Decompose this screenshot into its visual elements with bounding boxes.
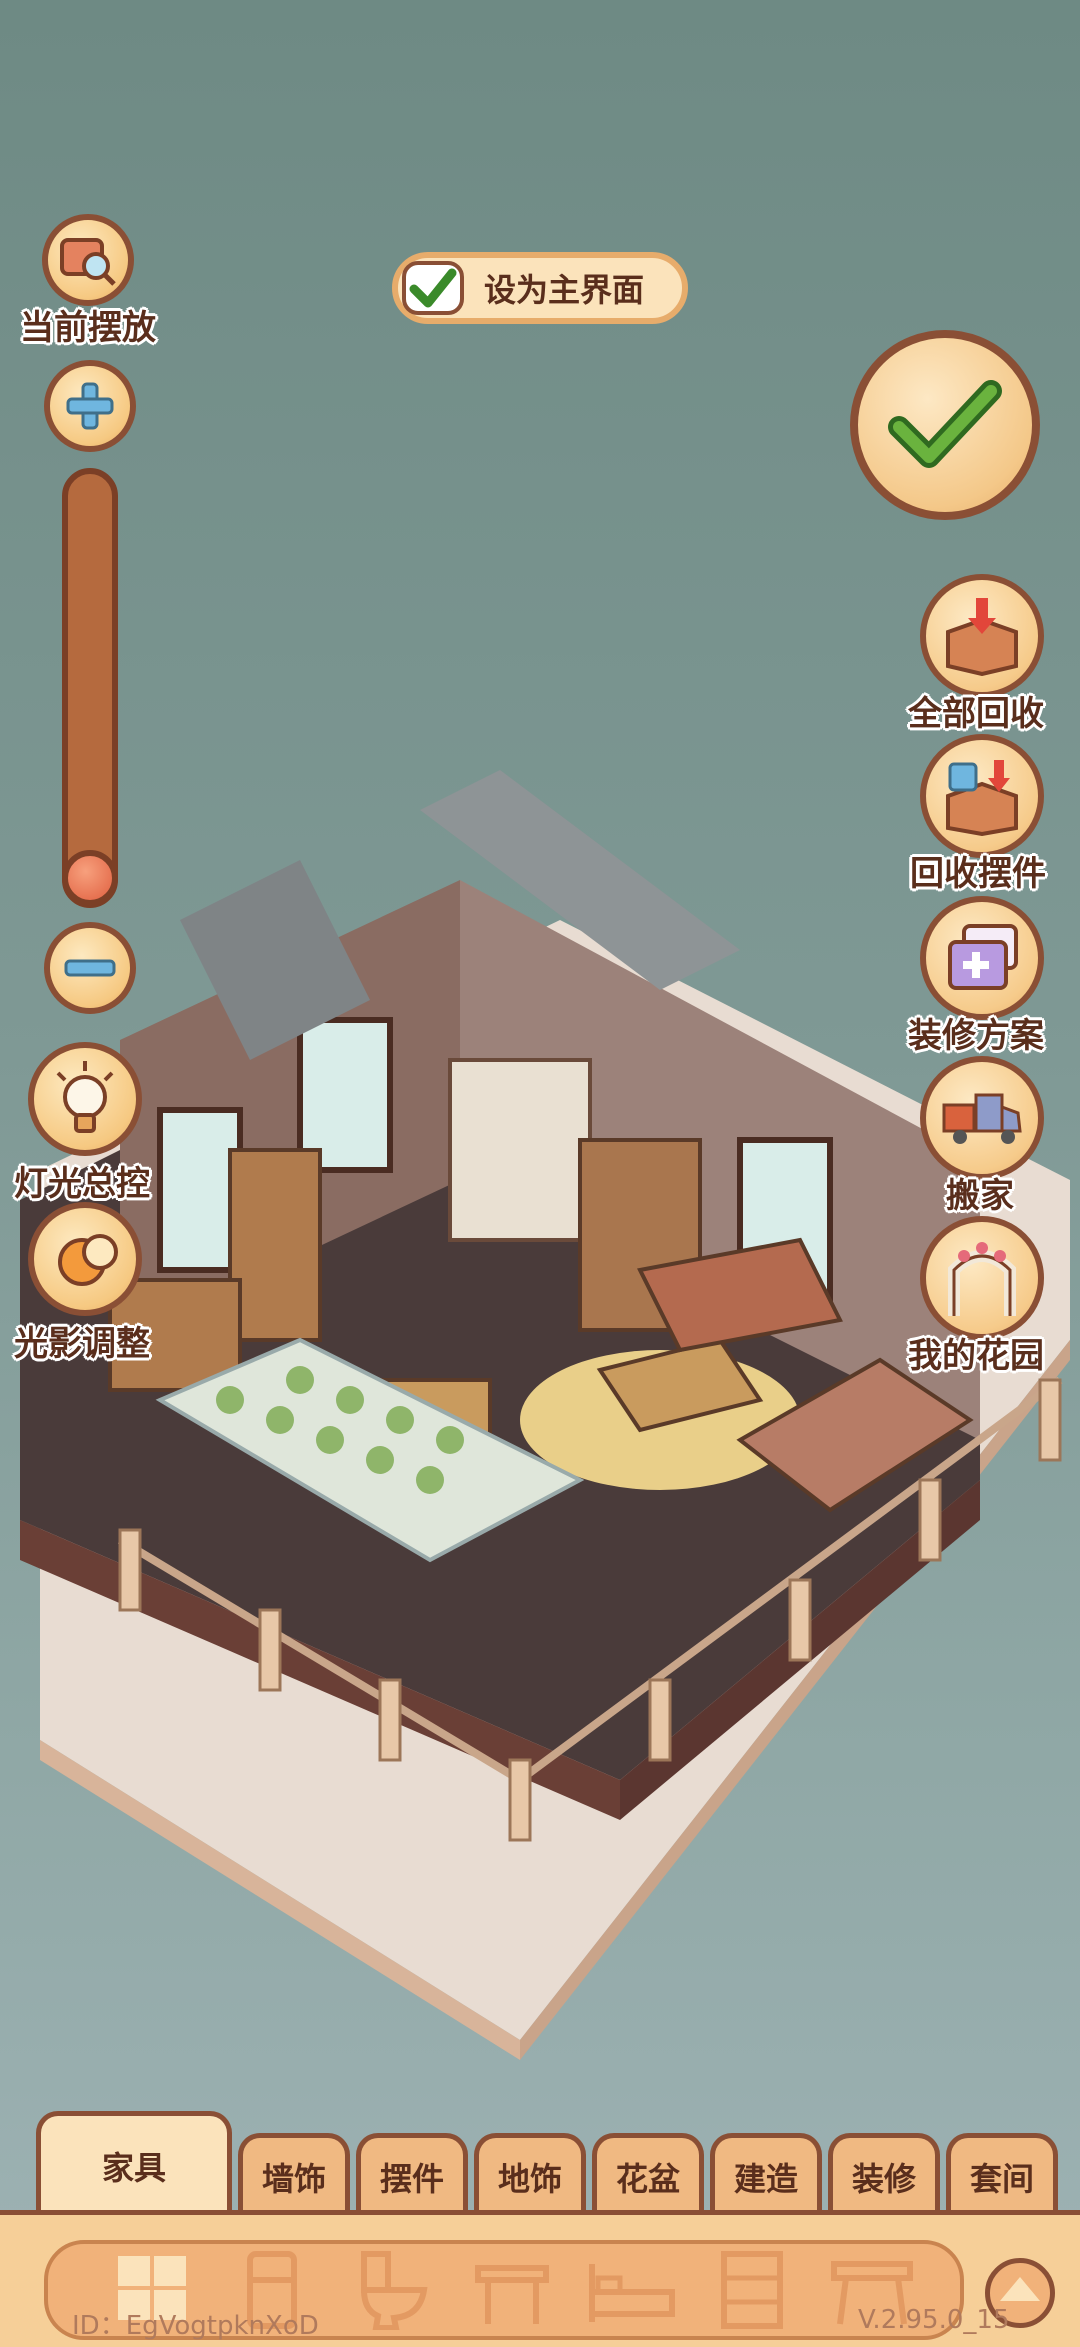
current-placement-button[interactable] bbox=[42, 214, 134, 306]
player-id: ID：EgVogtpknXoD bbox=[72, 2311, 319, 2341]
cabinet-icon[interactable] bbox=[704, 2250, 800, 2330]
renovation-plan-button[interactable] bbox=[920, 896, 1044, 1020]
zoom-slider-handle[interactable] bbox=[62, 850, 118, 906]
tab-build[interactable]: 建造 bbox=[710, 2133, 822, 2215]
set-main-label: 设为主界面 bbox=[484, 271, 645, 309]
recycle-decor-label: 回收摆件 bbox=[910, 854, 1046, 894]
table-icon[interactable] bbox=[464, 2250, 560, 2330]
bed-icon[interactable] bbox=[584, 2250, 680, 2330]
move-house-button[interactable] bbox=[920, 1056, 1044, 1180]
plus-icon bbox=[66, 382, 114, 430]
box-recycle-icon bbox=[946, 598, 1018, 676]
tab-suite[interactable]: 套间 bbox=[946, 2133, 1058, 2215]
light-shadow-button[interactable] bbox=[28, 1202, 142, 1316]
recycle-decor-button[interactable] bbox=[920, 734, 1044, 858]
light-shadow-label: 光影调整 bbox=[14, 1324, 150, 1364]
mug-recycle-icon bbox=[946, 760, 1018, 836]
tab-ornaments[interactable]: 摆件 bbox=[356, 2133, 468, 2215]
room-scene bbox=[20, 770, 1070, 2060]
plan-icon bbox=[948, 924, 1018, 990]
recycle-all-label: 全部回收 bbox=[908, 694, 1044, 734]
tab-renovate[interactable]: 装修 bbox=[828, 2133, 940, 2215]
check-icon bbox=[888, 380, 1002, 468]
version-text: V.2.95.0_15 bbox=[858, 2305, 1010, 2335]
move-house-label: 搬家 bbox=[946, 1176, 1014, 1216]
my-garden-label: 我的花园 bbox=[908, 1336, 1044, 1376]
category-tabs: 家具 墙饰 摆件 地饰 花盆 建造 装修 套间 bbox=[0, 2105, 1080, 2215]
recycle-all-button[interactable] bbox=[920, 574, 1044, 698]
sun-moon-icon bbox=[58, 1234, 118, 1286]
set-main-toggle[interactable]: 设为主界面 bbox=[392, 252, 688, 324]
check-icon bbox=[402, 261, 464, 315]
magnifier-icon bbox=[60, 238, 116, 286]
tab-furniture[interactable]: 家具 bbox=[36, 2111, 232, 2215]
garden-arch-icon bbox=[948, 1242, 1016, 1316]
tab-floor-decor[interactable]: 地饰 bbox=[474, 2133, 586, 2215]
confirm-button[interactable] bbox=[850, 330, 1040, 520]
tab-wall-decor[interactable]: 墙饰 bbox=[238, 2133, 350, 2215]
lighting-control-button[interactable] bbox=[28, 1042, 142, 1156]
toilet-icon[interactable] bbox=[344, 2250, 440, 2330]
zoom-slider-track[interactable] bbox=[62, 468, 118, 908]
bulb-icon bbox=[56, 1061, 114, 1133]
zoom-in-button[interactable] bbox=[44, 360, 136, 452]
tab-flower-pots[interactable]: 花盆 bbox=[592, 2133, 704, 2215]
zoom-out-button[interactable] bbox=[44, 922, 136, 1014]
current-placement-label: 当前摆放 bbox=[20, 308, 156, 348]
renovation-plan-label: 装修方案 bbox=[908, 1016, 1044, 1056]
lighting-control-label: 灯光总控 bbox=[14, 1164, 150, 1204]
my-garden-button[interactable] bbox=[920, 1216, 1044, 1340]
truck-icon bbox=[942, 1093, 1022, 1144]
minus-icon bbox=[64, 959, 116, 977]
